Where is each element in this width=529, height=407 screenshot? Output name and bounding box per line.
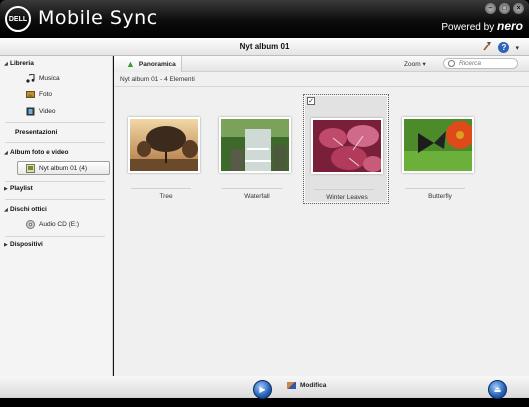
help-menu-arrow-icon[interactable]: ▾ xyxy=(515,44,519,52)
bottom-strip xyxy=(0,398,529,407)
tools-icon[interactable] xyxy=(483,41,492,54)
edit-icon xyxy=(287,382,296,389)
main-panel: ▲ Panoramica Zoom ▾ Nyt album 01 - 4 Ele… xyxy=(114,56,529,376)
sidebar-section-playlist[interactable]: Playlist xyxy=(10,185,33,192)
sidebar-section-dispositivi[interactable]: Dispositivi xyxy=(10,241,43,248)
edit-label: Modifica xyxy=(300,382,327,389)
window-controls: – □ × xyxy=(485,3,524,14)
sidebar-item-label: Foto xyxy=(39,90,53,98)
divider xyxy=(5,199,105,200)
thumbnail-label: Waterfall xyxy=(244,193,270,200)
search-box[interactable] xyxy=(443,58,518,69)
powered-by-nero: Powered by nero xyxy=(441,19,523,33)
expand-dischi-icon[interactable]: ◢ xyxy=(4,207,8,213)
green-up-arrow-icon: ▲ xyxy=(126,59,135,69)
photo-waterfall xyxy=(219,117,291,173)
divider xyxy=(131,188,191,189)
sidebar-item-label: Video xyxy=(39,107,56,115)
header-icons: ? ▾ xyxy=(483,41,519,54)
sidebar-item-audio-cd[interactable]: Audio CD (E:) xyxy=(26,218,79,230)
sidebar-item-foto[interactable]: Foto xyxy=(26,88,52,100)
divider xyxy=(5,181,105,182)
sidebar-item-label: Audio CD (E:) xyxy=(39,220,80,228)
thumbnail-label: Tree xyxy=(159,193,173,200)
thumbnail-label: Winter Leaves xyxy=(326,194,368,201)
close-button[interactable]: × xyxy=(513,3,524,14)
mobile-sync-window: DELL Mobile Sync – □ × Powered by nero N… xyxy=(0,0,529,407)
cd-icon xyxy=(26,219,35,229)
divider xyxy=(222,188,282,189)
photo-winter-leaves xyxy=(311,118,383,174)
divider xyxy=(5,142,105,143)
title-bar: DELL Mobile Sync – □ × Powered by nero xyxy=(0,0,529,38)
powered-by-text: Powered by xyxy=(441,22,495,33)
zoom-dropdown[interactable]: Zoom ▾ xyxy=(404,60,426,68)
search-icon xyxy=(448,60,455,67)
photo-icon xyxy=(26,90,35,99)
sidebar-item-nyt-album[interactable]: Nyt album 01 (4) xyxy=(17,161,110,175)
app-title: Mobile Sync xyxy=(38,7,158,29)
expand-libreria-icon[interactable]: ◢ xyxy=(4,61,8,67)
divider xyxy=(405,188,465,189)
search-input[interactable] xyxy=(459,60,517,67)
album-item-count: Nyt album 01 - 4 Elementi xyxy=(120,76,195,83)
dell-logo: DELL xyxy=(5,6,31,32)
thumbnail-winter-leaves[interactable]: ✓ Winter Leaves xyxy=(303,94,389,204)
thumbnail-butterfly[interactable]: Butterfly xyxy=(391,94,477,204)
toolbar: ▲ Panoramica Zoom ▾ xyxy=(114,56,529,72)
play-button[interactable]: ▶ xyxy=(253,380,272,399)
thumbnail-tree[interactable]: Tree xyxy=(117,94,203,204)
header-bar: Nyt album 01 ? ▾ xyxy=(0,38,529,56)
tab-label: Panoramica xyxy=(138,60,176,68)
chevron-down-icon: ▾ xyxy=(422,61,426,68)
nero-logo: nero xyxy=(496,19,523,33)
photo-butterfly xyxy=(402,117,474,173)
bottom-bar: ▶ Modifica ⏏ xyxy=(0,376,529,407)
minimize-button[interactable]: – xyxy=(485,3,496,14)
divider xyxy=(5,122,105,123)
edit-button[interactable]: Modifica xyxy=(287,382,326,389)
expand-dispositivi-icon[interactable]: ▶ xyxy=(4,242,8,248)
thumbnail-waterfall[interactable]: Waterfall xyxy=(208,94,294,204)
thumbnail-label: Butterfly xyxy=(428,193,452,200)
tab-panoramica[interactable]: ▲ Panoramica xyxy=(114,56,182,72)
divider xyxy=(314,189,374,190)
divider xyxy=(5,236,105,237)
sidebar-item-video[interactable]: Video xyxy=(26,105,56,117)
expand-album-icon[interactable]: ◢ xyxy=(4,150,8,156)
page-title: Nyt album 01 xyxy=(239,42,290,51)
album-icon xyxy=(26,163,35,173)
sidebar: ◢ Libreria Musica Foto Video Presentazio… xyxy=(0,56,113,376)
zoom-label: Zoom xyxy=(404,61,421,68)
sidebar-section-album[interactable]: Album foto e video xyxy=(10,149,69,156)
select-checkbox[interactable]: ✓ xyxy=(307,97,315,105)
eject-button[interactable]: ⏏ xyxy=(488,380,507,399)
maximize-button[interactable]: □ xyxy=(499,3,510,14)
music-note-icon xyxy=(26,72,35,83)
expand-playlist-icon[interactable]: ▶ xyxy=(4,186,8,192)
divider xyxy=(114,86,529,87)
sidebar-item-label: Nyt album 01 (4) xyxy=(39,164,88,172)
sidebar-section-presentazioni[interactable]: Presentazioni xyxy=(15,129,57,136)
photo-tree xyxy=(128,117,200,173)
sidebar-section-libreria[interactable]: Libreria xyxy=(10,60,34,67)
sidebar-item-musica[interactable]: Musica xyxy=(26,72,60,84)
sidebar-section-dischi[interactable]: Dischi ottici xyxy=(10,206,47,213)
film-icon xyxy=(26,107,35,116)
help-icon[interactable]: ? xyxy=(498,42,510,53)
sidebar-item-label: Musica xyxy=(39,74,60,82)
